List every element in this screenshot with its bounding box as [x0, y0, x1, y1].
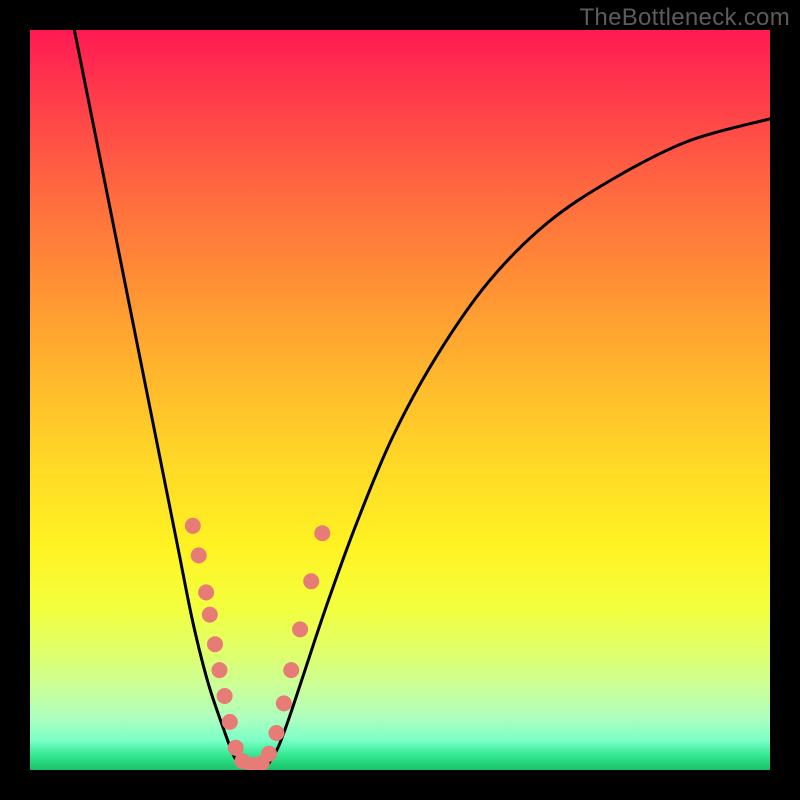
data-marker	[217, 688, 233, 704]
data-marker	[207, 636, 223, 652]
chart-svg	[30, 30, 770, 770]
plot-area	[30, 30, 770, 770]
data-marker	[222, 714, 238, 730]
watermark-text: TheBottleneck.com	[579, 4, 790, 32]
curve-layer	[74, 30, 770, 766]
curve-left-curve	[74, 30, 241, 766]
data-marker	[191, 547, 207, 563]
data-marker	[283, 662, 299, 678]
data-marker	[303, 573, 319, 589]
data-marker	[202, 607, 218, 623]
data-marker	[198, 584, 214, 600]
data-marker	[314, 525, 330, 541]
outer-frame: TheBottleneck.com	[0, 0, 800, 800]
data-marker	[292, 621, 308, 637]
curve-right-curve	[267, 119, 770, 767]
marker-layer	[185, 518, 330, 770]
data-marker	[261, 746, 277, 762]
data-marker	[211, 662, 227, 678]
data-marker	[276, 695, 292, 711]
data-marker	[268, 725, 284, 741]
data-marker	[185, 518, 201, 534]
